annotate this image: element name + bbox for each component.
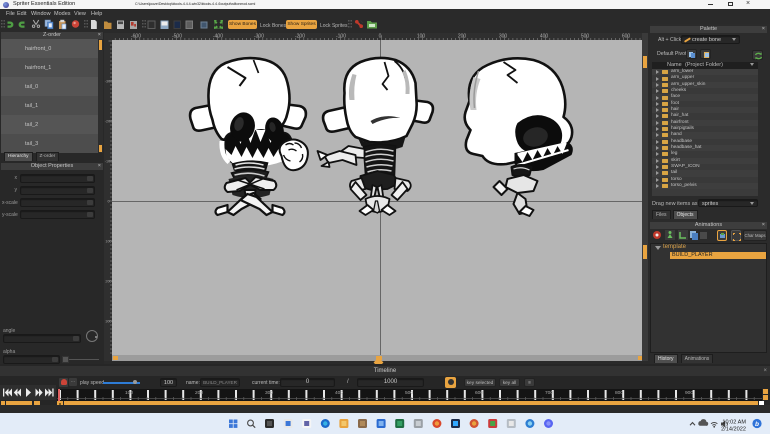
svg-text:0: 0: [379, 34, 382, 40]
svg-text:-400: -400: [213, 34, 223, 40]
svg-text:-300: -300: [254, 34, 264, 40]
svg-text:800: 800: [615, 390, 623, 396]
svg-text:600: 600: [622, 34, 631, 40]
svg-text:2/14/2022: 2/14/2022: [721, 426, 746, 432]
svg-text:-100: -100: [336, 34, 346, 40]
svg-text:600: 600: [475, 390, 483, 396]
svg-text:-200: -200: [295, 34, 305, 40]
svg-text:300: 300: [265, 390, 273, 396]
svg-text:300: 300: [499, 34, 508, 40]
svg-text:100: 100: [105, 240, 111, 244]
svg-text:-600: -600: [131, 34, 141, 40]
svg-text:200: 200: [195, 390, 203, 396]
svg-text:400: 400: [540, 34, 549, 40]
svg-text:200: 200: [458, 34, 467, 40]
svg-text:500: 500: [581, 34, 590, 40]
svg-text:b: b: [755, 421, 759, 428]
svg-text:700: 700: [545, 390, 553, 396]
svg-text:100: 100: [125, 390, 133, 396]
svg-text:0: 0: [107, 200, 109, 204]
svg-text:500: 500: [405, 390, 413, 396]
svg-text:-500: -500: [172, 34, 182, 40]
svg-text:10:02 AM: 10:02 AM: [722, 419, 746, 425]
svg-text:100: 100: [417, 34, 426, 40]
svg-text:900: 900: [685, 390, 693, 396]
svg-text:300: 300: [105, 320, 111, 324]
svg-text:200: 200: [105, 280, 111, 284]
svg-text:400: 400: [335, 390, 343, 396]
